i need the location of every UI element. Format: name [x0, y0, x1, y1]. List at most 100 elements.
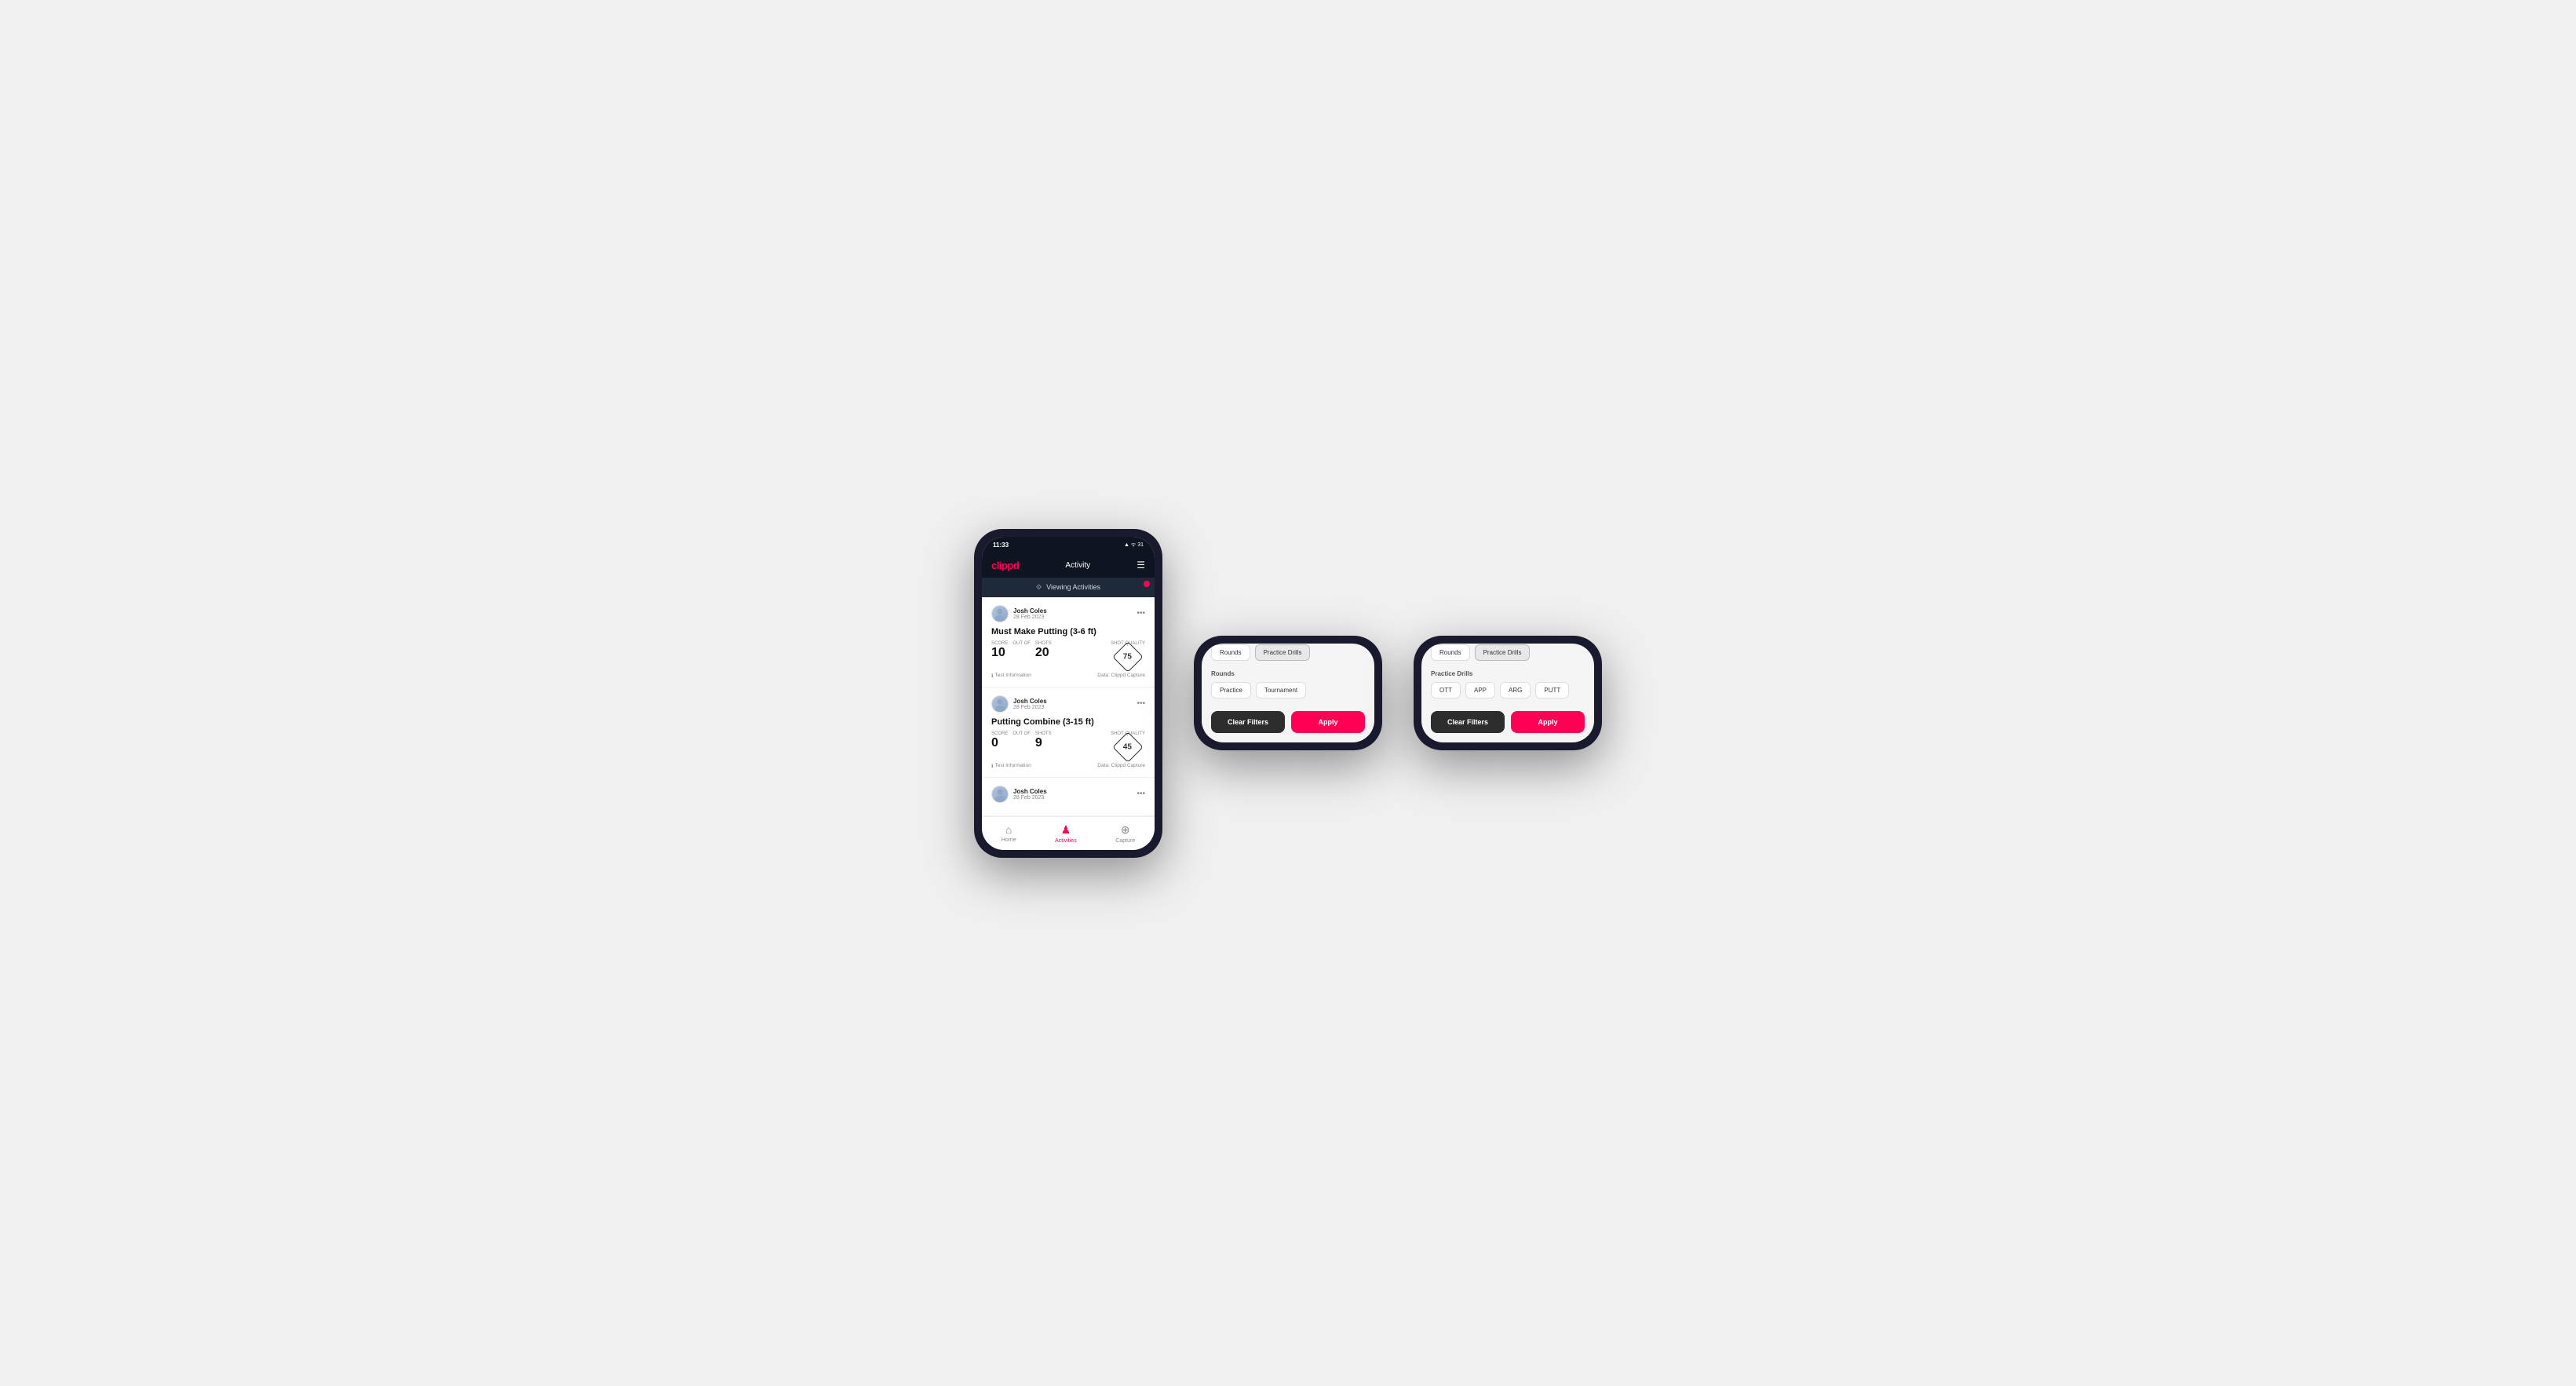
score-section-1: Score 10	[991, 641, 1008, 660]
filter-overlay-3: Filter ✕ Show Rounds Practice Drills Pra…	[1421, 644, 1594, 742]
avatar-img-2	[992, 696, 1008, 712]
status-bar-1: 11:33 ▲ ᯤ 31	[982, 537, 1155, 553]
apply-btn-3[interactable]: Apply	[1511, 711, 1585, 733]
user-info-1: Josh Coles 28 Feb 2023	[991, 605, 1047, 622]
filter-overlay-2: Filter ✕ Show Rounds Practice Drills Rou…	[1202, 644, 1374, 742]
show-buttons-3: Rounds Practice Drills	[1431, 644, 1585, 661]
apply-btn-2[interactable]: Apply	[1291, 711, 1365, 733]
test-info-2: ℹ Test Information	[991, 763, 1031, 769]
avatar-1	[991, 605, 1009, 622]
practice-drills-section-3: Practice Drills OTT APP ARG PUTT	[1431, 670, 1585, 698]
viewing-banner-1[interactable]: ⟐ Viewing Activities	[982, 578, 1155, 597]
status-icons-1: ▲ ᯤ 31	[1124, 542, 1144, 549]
user-details-3: Josh Coles 28 Feb 2023	[1013, 788, 1047, 801]
practice-drills-btn-2[interactable]: Practice Drills	[1255, 644, 1311, 661]
more-dots-1[interactable]: •••	[1137, 609, 1145, 618]
logo-1: clippd	[991, 560, 1019, 571]
score-value-1: 10	[991, 646, 1005, 659]
shot-quality-1: Shot Quality 75	[1111, 641, 1145, 668]
stats-row-2: Score 0 OUT OF Shots 9 Shot Quality 45	[991, 731, 1145, 758]
practice-drills-buttons-3: OTT APP ARG PUTT	[1431, 682, 1585, 698]
bottom-nav-1: ⌂ Home ♟ Activities ⊕ Capture	[982, 816, 1155, 850]
app-header-1: clippd Activity ☰	[982, 553, 1155, 578]
nav-home-label-1: Home	[1002, 837, 1016, 843]
user-date-2: 28 Feb 2023	[1013, 705, 1047, 710]
tournament-btn-2[interactable]: Tournament	[1256, 682, 1306, 698]
out-of-2: OUT OF	[1013, 731, 1031, 736]
practice-drills-btn-3[interactable]: Practice Drills	[1475, 644, 1531, 661]
score-value-2: 0	[991, 736, 998, 750]
user-name-2: Josh Coles	[1013, 698, 1047, 705]
show-buttons-2: Rounds Practice Drills	[1211, 644, 1365, 661]
avatar-2	[991, 695, 1009, 713]
rounds-btn-2[interactable]: Rounds	[1211, 644, 1250, 661]
shots-value-2: 9	[1035, 736, 1042, 750]
rounds-buttons-2: Practice Tournament	[1211, 682, 1365, 698]
user-date-3: 28 Feb 2023	[1013, 795, 1047, 801]
show-section-3: Show Rounds Practice Drills	[1431, 644, 1585, 661]
header-title-1: Activity	[1065, 561, 1090, 570]
show-section-2: Show Rounds Practice Drills	[1211, 644, 1365, 661]
phone-screen-1: 11:33 ▲ ᯤ 31 clippd Activity ☰ ⟐ Viewing…	[974, 529, 1162, 858]
data-source-2: Data: Clippd Capture	[1097, 763, 1145, 768]
sq-value-1: 75	[1123, 652, 1132, 661]
user-row-3: Josh Coles 28 Feb 2023 •••	[991, 786, 1145, 803]
sq-badge-1: 75	[1112, 641, 1144, 673]
user-details-1: Josh Coles 28 Feb 2023	[1013, 607, 1047, 620]
user-details-2: Josh Coles 28 Feb 2023	[1013, 698, 1047, 710]
test-info-1: ℹ Test Information	[991, 673, 1031, 679]
capture-icon-1: ⊕	[1121, 823, 1130, 837]
nav-capture-1[interactable]: ⊕ Capture	[1115, 823, 1135, 844]
shots-value-1: 20	[1035, 646, 1049, 659]
user-info-3: Josh Coles 28 Feb 2023	[991, 786, 1047, 803]
shots-section-1: Shots 20	[1035, 641, 1052, 660]
practice-round-btn-2[interactable]: Practice	[1211, 682, 1251, 698]
clear-filters-btn-2[interactable]: Clear Filters	[1211, 711, 1285, 733]
activity-footer-2: ℹ Test Information Data: Clippd Capture	[991, 763, 1145, 769]
activity-title-2: Putting Combine (3-15 ft)	[991, 717, 1145, 727]
activity-item-1[interactable]: Josh Coles 28 Feb 2023 ••• Must Make Put…	[982, 597, 1155, 688]
score-section-2: Score 0	[991, 731, 1008, 750]
shots-section-2: Shots 9	[1035, 731, 1052, 750]
home-icon-1: ⌂	[1005, 823, 1012, 836]
user-name-1: Josh Coles	[1013, 607, 1047, 615]
filter-icon-1: ⟐	[1036, 583, 1042, 592]
stats-row-1: Score 10 OUT OF Shots 20 Shot Quality 75	[991, 641, 1145, 668]
notch-1	[1045, 537, 1092, 548]
user-row-2: Josh Coles 28 Feb 2023 •••	[991, 695, 1145, 713]
nav-capture-label-1: Capture	[1115, 838, 1135, 844]
avatar-img-3	[992, 786, 1008, 802]
clear-filters-btn-3[interactable]: Clear Filters	[1431, 711, 1505, 733]
user-row-1: Josh Coles 28 Feb 2023 •••	[991, 605, 1145, 622]
nav-home-1[interactable]: ⌂ Home	[1002, 823, 1016, 844]
activity-title-1: Must Make Putting (3-6 ft)	[991, 627, 1145, 636]
user-name-3: Josh Coles	[1013, 788, 1047, 795]
arg-btn-3[interactable]: ARG	[1500, 682, 1531, 698]
activity-item-2[interactable]: Josh Coles 28 Feb 2023 ••• Putting Combi…	[982, 688, 1155, 778]
nav-activities-1[interactable]: ♟ Activities	[1055, 823, 1077, 844]
menu-icon-1[interactable]: ☰	[1137, 560, 1145, 571]
phone-screen-3: 11:33 ▲ ᯤ 31 clippd Activity ☰ ⟐ Viewing…	[1414, 636, 1602, 750]
rounds-label-2: Rounds	[1211, 670, 1365, 677]
activities-icon-1: ♟	[1061, 823, 1071, 837]
more-dots-3[interactable]: •••	[1137, 790, 1145, 798]
user-info-2: Josh Coles 28 Feb 2023	[991, 695, 1047, 713]
modal-actions-3: Clear Filters Apply	[1431, 711, 1585, 733]
out-of-1: OUT OF	[1013, 641, 1031, 646]
modal-actions-2: Clear Filters Apply	[1211, 711, 1365, 733]
putt-btn-3[interactable]: PUTT	[1535, 682, 1569, 698]
ott-btn-3[interactable]: OTT	[1431, 682, 1461, 698]
more-dots-2[interactable]: •••	[1137, 699, 1145, 708]
data-source-1: Data: Clippd Capture	[1097, 673, 1145, 678]
activity-item-3[interactable]: Josh Coles 28 Feb 2023 •••	[982, 778, 1155, 816]
filter-modal-2: Filter ✕ Show Rounds Practice Drills Rou…	[1202, 644, 1374, 742]
red-dot-1	[1144, 581, 1150, 587]
viewing-label-1: Viewing Activities	[1046, 583, 1100, 591]
app-btn-3[interactable]: APP	[1465, 682, 1495, 698]
sq-value-2: 45	[1123, 742, 1132, 751]
user-date-1: 28 Feb 2023	[1013, 615, 1047, 620]
avatar-3	[991, 786, 1009, 803]
avatar-img-1	[992, 606, 1008, 622]
rounds-section-2: Rounds Practice Tournament	[1211, 670, 1365, 698]
rounds-btn-3[interactable]: Rounds	[1431, 644, 1470, 661]
